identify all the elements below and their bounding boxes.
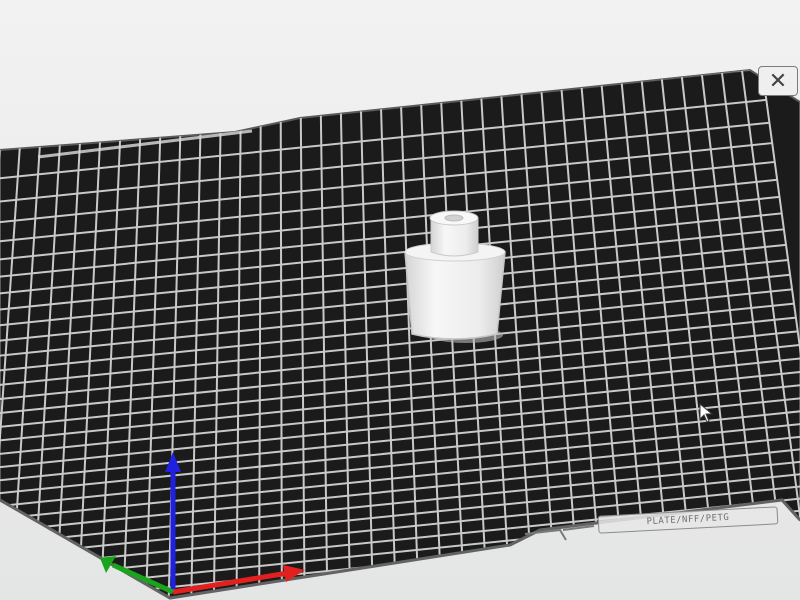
view-control-button[interactable]: ✕ [758,66,798,96]
scene-canvas[interactable] [0,0,800,600]
grid-line-vertical [279,117,283,588]
3d-viewport[interactable]: ✕ PLATE/NFF/PETG [0,0,800,600]
